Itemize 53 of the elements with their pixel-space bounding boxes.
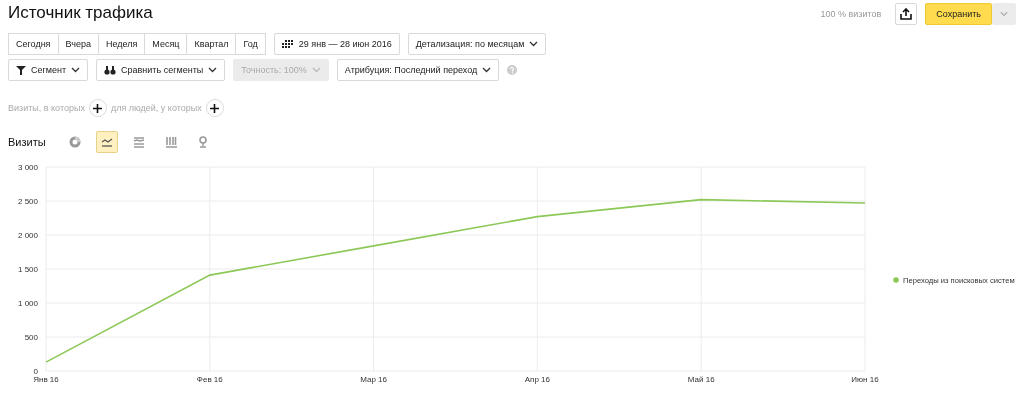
save-button[interactable]: Сохранить	[925, 3, 992, 25]
period-tab[interactable]: Месяц	[144, 33, 188, 55]
period-tab[interactable]: Вчера	[57, 33, 99, 55]
x-axis-label: Июн 16	[851, 375, 879, 384]
x-axis-label: Мар 16	[360, 375, 387, 384]
add-condition-button[interactable]	[205, 99, 224, 117]
map-pin-icon	[196, 136, 209, 148]
x-axis-label: Фев 16	[196, 375, 223, 384]
export-icon	[900, 8, 913, 20]
page-title: Источник трафика	[8, 3, 153, 23]
plus-icon	[210, 103, 220, 113]
period-tab[interactable]: Неделя	[97, 33, 146, 55]
donut-icon	[68, 136, 81, 148]
y-axis-label: 2 500	[17, 197, 38, 206]
caret-icon	[529, 41, 539, 47]
export-button[interactable]	[895, 3, 918, 25]
caret-icon	[311, 67, 321, 73]
segment-dropdown[interactable]: Сегмент	[8, 59, 89, 81]
x-axis-label: Янв 16	[33, 375, 59, 384]
y-axis-label: 0	[33, 367, 38, 376]
y-axis-label: 500	[24, 333, 38, 342]
y-axis-label: 1 000	[17, 299, 38, 308]
binoculars-icon	[104, 65, 117, 75]
add-condition-button[interactable]	[88, 99, 107, 117]
date-range-button[interactable]: 29 янв — 28 июн 2016	[273, 33, 400, 55]
visits-share: 100 % визитов	[820, 9, 882, 19]
filter-label: для людей, у которых	[110, 103, 202, 113]
period-tab[interactable]: Сегодня	[8, 33, 59, 55]
y-axis-label: 2 000	[17, 231, 38, 240]
metric-label: Визиты	[8, 136, 46, 148]
period-tab[interactable]: Квартал	[186, 33, 237, 55]
line-chart-icon	[100, 136, 113, 148]
y-axis-label: 3 000	[17, 163, 38, 172]
filter-label: Визиты, в которых	[8, 103, 85, 113]
x-axis-label: Май 16	[687, 375, 715, 384]
caret-icon	[208, 67, 218, 73]
period-tab[interactable]: Год	[235, 33, 266, 55]
caret-icon	[1000, 11, 1008, 17]
detail-dropdown[interactable]: Детализация: по месяцам	[407, 33, 547, 55]
bar-chart-icon	[164, 136, 177, 148]
help-icon[interactable]	[507, 65, 518, 75]
attribution-dropdown[interactable]: Атрибуция: Последний переход	[336, 59, 500, 81]
compare-dropdown[interactable]: Сравнить сегменты	[96, 59, 226, 81]
stacked-area-icon	[132, 136, 145, 148]
chart-type-button[interactable]	[95, 131, 118, 153]
plus-icon	[93, 103, 103, 113]
y-axis-label: 1 500	[17, 265, 38, 274]
more-button[interactable]	[992, 3, 1016, 25]
caret-icon	[71, 67, 81, 73]
funnel-icon	[16, 65, 26, 75]
x-axis-label: Апр 16	[524, 375, 551, 384]
caret-icon	[482, 67, 492, 73]
calendar-icon	[281, 39, 294, 49]
